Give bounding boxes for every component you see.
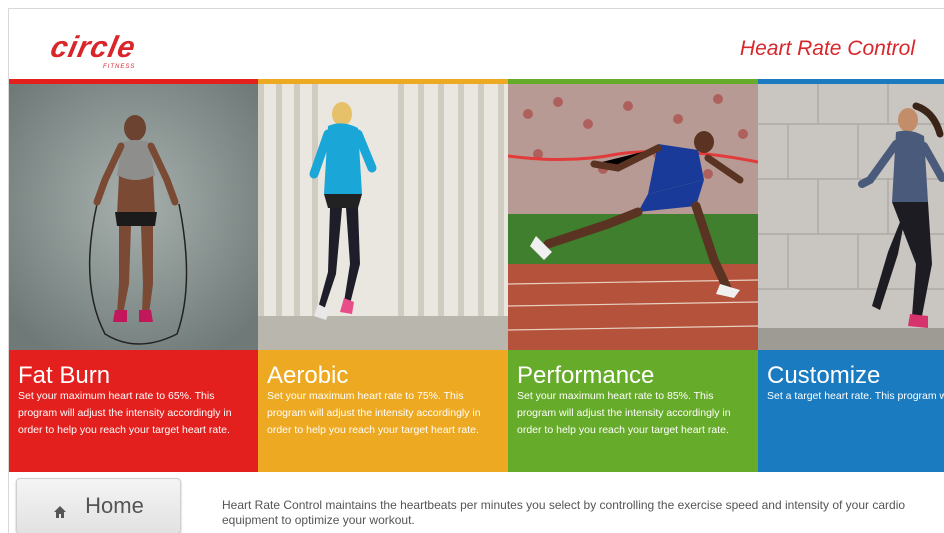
customize-photo <box>758 84 944 350</box>
program-description: Set a target heart rate. This program wi… <box>767 390 944 402</box>
program-cards: Fat Burn Set your maximum heart rate to … <box>9 79 944 472</box>
logo-wordmark: circle <box>47 31 140 64</box>
home-icon <box>53 499 67 518</box>
program-description: Set your maximum heart rate to 75%. This… <box>267 390 481 436</box>
bottom-bar: Home Heart Rate Control maintains the he… <box>9 472 944 533</box>
customize-panel: Customize Set a target heart rate. This … <box>758 350 944 472</box>
program-title: Fat Burn <box>18 362 111 389</box>
program-card-fat-burn[interactable]: Fat Burn Set your maximum heart rate to … <box>9 79 259 472</box>
fat-burn-photo <box>9 84 259 350</box>
circle-fitness-logo: circle FITNESS <box>47 31 191 73</box>
aerobic-photo <box>258 84 508 350</box>
program-description: Set your maximum heart rate to 65%. This… <box>18 390 232 436</box>
program-title: Aerobic <box>267 362 349 389</box>
app-frame: circle FITNESS Heart Rate Control Fat Bu… <box>8 8 944 533</box>
program-title: Performance <box>517 362 655 389</box>
header: circle FITNESS Heart Rate Control <box>9 9 944 79</box>
program-description: Set your maximum heart rate to 85%. This… <box>517 390 731 436</box>
fat-burn-panel: Fat Burn Set your maximum heart rate to … <box>9 350 259 472</box>
performance-photo <box>508 84 758 350</box>
program-card-performance[interactable]: Performance Set your maximum heart rate … <box>508 79 758 472</box>
performance-panel: Performance Set your maximum heart rate … <box>508 350 758 472</box>
home-label: Home <box>85 493 144 518</box>
logo-subtext: FITNESS <box>103 64 136 70</box>
program-card-aerobic[interactable]: Aerobic Set your maximum heart rate to 7… <box>258 79 508 472</box>
program-card-customize[interactable]: Customize Set a target heart rate. This … <box>758 79 944 472</box>
program-info-text: Heart Rate Control maintains the heartbe… <box>222 498 906 527</box>
home-button[interactable]: Home <box>16 478 181 533</box>
aerobic-panel: Aerobic Set your maximum heart rate to 7… <box>258 350 508 472</box>
page-title: Heart Rate Control <box>739 37 915 60</box>
program-title: Customize <box>767 362 881 389</box>
